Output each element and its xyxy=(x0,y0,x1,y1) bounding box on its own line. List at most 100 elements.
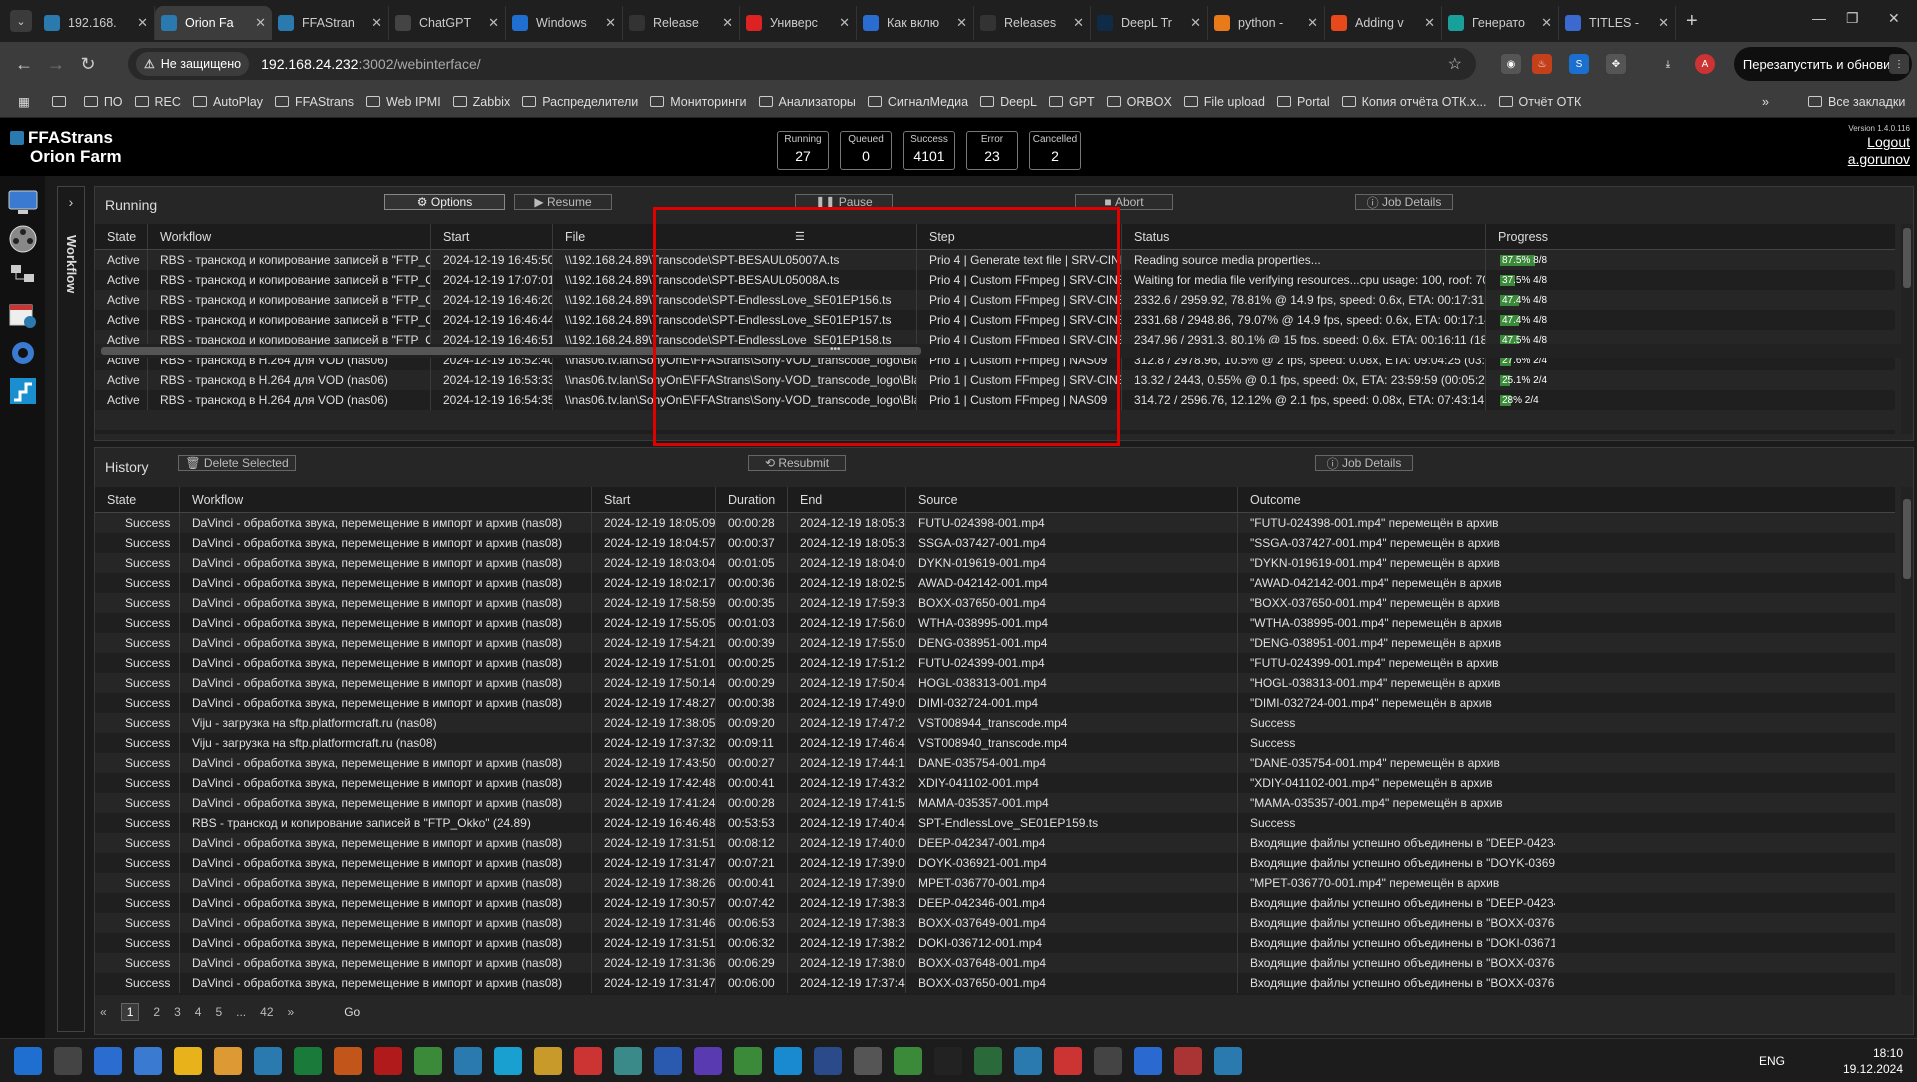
column-header-state[interactable]: State xyxy=(95,224,147,249)
history-vscroll[interactable] xyxy=(1901,487,1913,995)
history-row[interactable]: Success DaVinci - обработка звука, переме… xyxy=(95,593,1895,613)
scroll-thumb[interactable] xyxy=(1903,228,1911,288)
close-icon[interactable]: ✕ xyxy=(1424,15,1435,31)
download-icon[interactable]: ⤓ xyxy=(1658,54,1678,74)
clock-time[interactable]: 18:10 xyxy=(1843,1045,1903,1061)
excel-icon[interactable] xyxy=(294,1047,322,1075)
close-icon[interactable]: ✕ xyxy=(605,15,616,31)
browser-tab[interactable]: Как вклю ✕ xyxy=(857,6,974,40)
browser-tab[interactable]: Универс ✕ xyxy=(740,6,857,40)
7zip-icon[interactable] xyxy=(1094,1047,1122,1075)
history-row[interactable]: Success DaVinci - обработка звука, переме… xyxy=(95,633,1895,653)
bookmark-item[interactable]: СигналМедиа xyxy=(867,95,968,109)
bookmark-item[interactable]: AutoPlay xyxy=(192,95,263,109)
address-bar[interactable]: ⚠ Не защищено 192.168.24.232:3002/webinte… xyxy=(128,48,1476,80)
word-icon[interactable] xyxy=(254,1047,282,1075)
history-row[interactable]: Success DaVinci - обработка звука, переме… xyxy=(95,613,1895,633)
resume-button[interactable]: ▶ Resume xyxy=(514,194,612,210)
bookmark-folder[interactable] xyxy=(51,96,72,107)
close-icon[interactable]: ✕ xyxy=(488,15,499,31)
bookmark-item[interactable]: Копия отчёта ОТК.x... xyxy=(1341,95,1487,109)
history-row[interactable]: Success DaVinci - обработка звука, переме… xyxy=(95,893,1895,913)
browser-menu-icon[interactable]: ⋮ xyxy=(1889,54,1909,74)
column-header-status[interactable]: Status xyxy=(1121,224,1485,249)
pager-page[interactable]: ... xyxy=(236,1005,246,1019)
browser-tab[interactable]: Releases ✕ xyxy=(974,6,1091,40)
app-icon[interactable] xyxy=(974,1047,1002,1075)
close-icon[interactable]: ✕ xyxy=(1073,15,1084,31)
history-row[interactable]: Success Viju - загрузка на sftp.platformc… xyxy=(95,733,1895,753)
history-row[interactable]: Success DaVinci - обработка звука, переме… xyxy=(95,573,1895,593)
column-header-start[interactable]: Start xyxy=(591,487,715,512)
resubmit-button[interactable]: ⟲ Resubmit xyxy=(748,455,846,471)
running-job-details-button[interactable]: ⓘ Job Details xyxy=(1355,194,1453,210)
chevron-right-icon[interactable]: › xyxy=(58,194,84,210)
browser-tab[interactable]: python - ✕ xyxy=(1208,6,1325,40)
history-row[interactable]: Success DaVinci - обработка звука, переме… xyxy=(95,953,1895,973)
close-icon[interactable]: ✕ xyxy=(956,15,967,31)
close-window-icon[interactable]: ✕ xyxy=(1888,10,1900,27)
bookmark-item[interactable]: Распределители xyxy=(522,95,638,109)
column-header-workflow[interactable]: Workflow xyxy=(147,224,430,249)
bookmark-item[interactable]: Portal xyxy=(1276,95,1330,109)
browser-tab[interactable]: Windows ✕ xyxy=(506,6,623,40)
minimize-icon[interactable]: — xyxy=(1812,10,1826,26)
history-row[interactable]: Success DaVinci - обработка звука, переме… xyxy=(95,653,1895,673)
monitor-icon[interactable] xyxy=(8,188,38,218)
powershell-icon[interactable] xyxy=(814,1047,842,1075)
history-row[interactable]: Success DaVinci - обработка звука, переме… xyxy=(95,873,1895,893)
not-secure-chip[interactable]: ⚠ Не защищено xyxy=(136,52,250,76)
scroll-thumb[interactable] xyxy=(1903,499,1911,579)
all-bookmarks[interactable]: Все закладки xyxy=(1808,95,1905,109)
workflow-hand-icon[interactable] xyxy=(8,262,38,292)
history-row[interactable]: Success DaVinci - обработка звука, переме… xyxy=(95,533,1895,553)
bookmark-item[interactable]: Отчёт ОТК xyxy=(1498,95,1581,109)
history-job-details-button[interactable]: ⓘ Job Details xyxy=(1315,455,1413,471)
app-icon[interactable] xyxy=(1174,1047,1202,1075)
browser-tab[interactable]: Генерато ✕ xyxy=(1442,6,1559,40)
logout-link[interactable]: Logout xyxy=(1848,134,1910,151)
browser-tab[interactable]: ChatGPT ✕ xyxy=(389,6,506,40)
close-icon[interactable]: ✕ xyxy=(1658,15,1669,31)
browser-tab[interactable]: Orion Fa ✕ xyxy=(155,6,272,40)
chrome-icon[interactable] xyxy=(214,1047,242,1075)
pager-page[interactable]: 5 xyxy=(215,1005,222,1019)
column-header-outcome[interactable]: Outcome xyxy=(1237,487,1555,512)
settings-icon[interactable] xyxy=(1214,1047,1242,1075)
edge-icon[interactable] xyxy=(774,1047,802,1075)
app-icon[interactable] xyxy=(614,1047,642,1075)
column-header-state[interactable]: State xyxy=(95,487,179,512)
pager-page[interactable]: 1 xyxy=(120,1003,140,1021)
app-icon[interactable] xyxy=(1054,1047,1082,1075)
settings-gear-icon[interactable] xyxy=(8,338,38,368)
close-icon[interactable]: ✕ xyxy=(371,15,382,31)
bookmark-item[interactable]: REC xyxy=(134,95,181,109)
history-row[interactable]: Success DaVinci - обработка звука, переме… xyxy=(95,913,1895,933)
bookmark-item[interactable]: ORBOX xyxy=(1106,95,1172,109)
history-row[interactable]: Success DaVinci - обработка звука, переме… xyxy=(95,673,1895,693)
browser-tab[interactable]: TITLES - ✕ xyxy=(1559,6,1676,40)
close-icon[interactable]: ✕ xyxy=(1190,15,1201,31)
bookmark-item[interactable]: Zabbix xyxy=(452,95,510,109)
app-icon[interactable] xyxy=(334,1047,362,1075)
bookmark-item[interactable]: File upload xyxy=(1183,95,1265,109)
pager-page[interactable]: 3 xyxy=(174,1005,181,1019)
column-header-start[interactable]: Start xyxy=(430,224,552,249)
history-row[interactable]: Success DaVinci - обработка звука, переме… xyxy=(95,753,1895,773)
reload-icon[interactable]: ↻ xyxy=(72,54,104,75)
column-header-source[interactable]: Source xyxy=(905,487,1237,512)
column-header-workflow[interactable]: Workflow xyxy=(179,487,591,512)
autodesk-icon[interactable] xyxy=(934,1047,962,1075)
terminal-icon[interactable] xyxy=(94,1047,122,1075)
extension-fire-icon[interactable]: ♨ xyxy=(1532,54,1552,74)
app-icon[interactable] xyxy=(574,1047,602,1075)
close-icon[interactable]: ✕ xyxy=(1307,15,1318,31)
bookmark-item[interactable]: FFAStrans xyxy=(274,95,354,109)
search-icon[interactable] xyxy=(54,1047,82,1075)
delete-selected-button[interactable]: 🗑 Delete Selected xyxy=(178,455,296,471)
new-tab-button[interactable]: + xyxy=(1686,10,1698,33)
history-row[interactable]: Success DaVinci - обработка звука, переме… xyxy=(95,793,1895,813)
filezilla-icon[interactable] xyxy=(374,1047,402,1075)
bookmark-item[interactable]: Web IPMI xyxy=(366,95,441,109)
bookmark-item[interactable]: ПО xyxy=(83,95,123,109)
